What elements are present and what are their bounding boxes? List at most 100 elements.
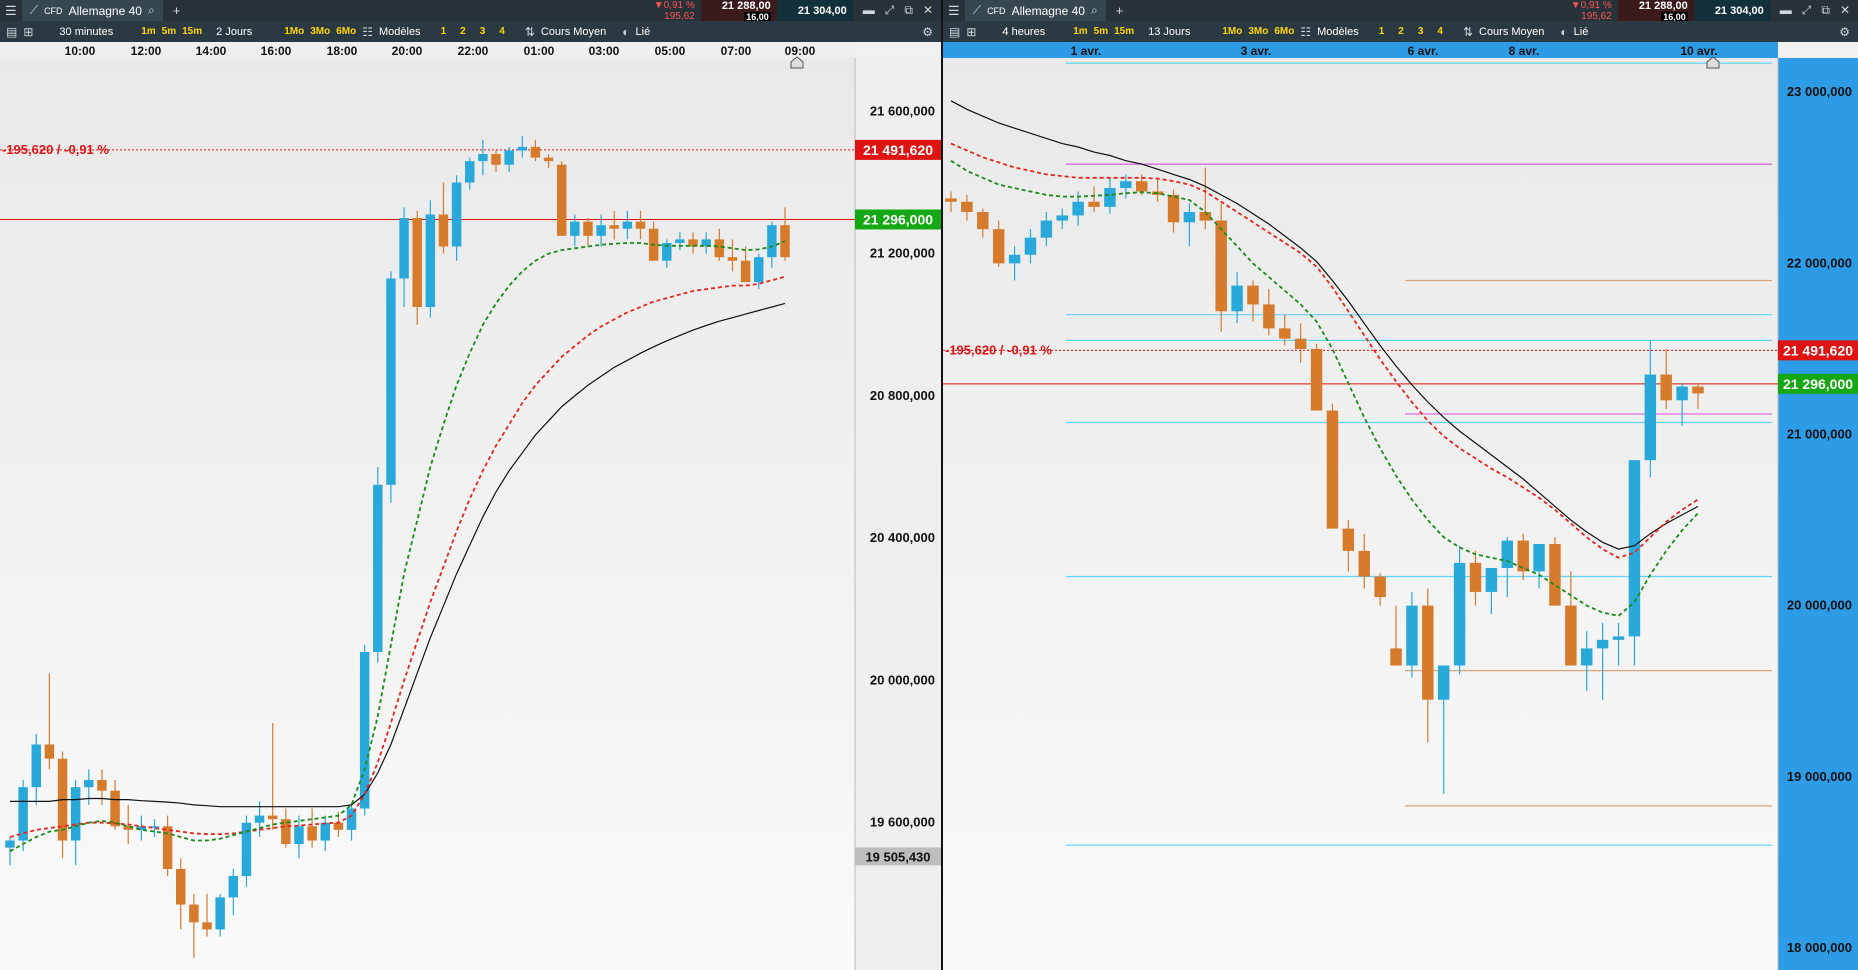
candle-body bbox=[1406, 605, 1418, 666]
y-axis-area bbox=[855, 58, 941, 970]
candle-body bbox=[44, 744, 55, 759]
candle-body bbox=[556, 164, 567, 236]
candle-body bbox=[31, 744, 41, 788]
prev-close-price-label: 21 491,620 bbox=[863, 142, 933, 158]
candle-body bbox=[635, 221, 646, 229]
candle-body bbox=[202, 922, 212, 930]
y-tick-label: 20 000,000 bbox=[1787, 598, 1852, 613]
candle-body bbox=[570, 221, 580, 236]
candle-body bbox=[412, 218, 422, 307]
candle-body bbox=[333, 822, 344, 830]
candle-body bbox=[1692, 386, 1704, 394]
candle-body bbox=[1437, 665, 1450, 700]
y-tick-label: 19 000,000 bbox=[1787, 769, 1852, 784]
candle-body bbox=[1040, 220, 1053, 238]
y-tick-label: 18 000,000 bbox=[1787, 940, 1852, 955]
current-price-label: 21 296,000 bbox=[863, 211, 933, 227]
low-marker-label: 19 505,430 bbox=[865, 849, 930, 864]
y-tick-label: 20 400,000 bbox=[870, 530, 935, 545]
candle-body bbox=[5, 840, 15, 848]
candle-body bbox=[97, 780, 107, 791]
candle-body bbox=[176, 868, 186, 905]
candle-body bbox=[189, 904, 199, 923]
candle-body bbox=[1024, 237, 1037, 255]
candle-body bbox=[530, 146, 541, 158]
plot-area bbox=[943, 58, 1778, 970]
candle-body bbox=[767, 225, 777, 258]
y-tick-label: 22 000,000 bbox=[1787, 255, 1852, 270]
candle-body bbox=[543, 157, 554, 162]
candle-body bbox=[1469, 562, 1482, 592]
candle-body bbox=[1104, 188, 1116, 207]
candle-body bbox=[977, 212, 989, 230]
candle-body bbox=[1644, 374, 1657, 461]
candle-body bbox=[451, 182, 462, 247]
candle-body bbox=[740, 260, 751, 283]
candle-body bbox=[1485, 567, 1498, 592]
candle-body bbox=[1628, 460, 1641, 637]
candle-body bbox=[1676, 386, 1688, 401]
candle-body bbox=[727, 257, 738, 261]
candle-body bbox=[1008, 254, 1021, 264]
candle-body bbox=[1533, 544, 1545, 572]
candle-body bbox=[1056, 215, 1068, 221]
candle-body bbox=[1183, 212, 1196, 223]
candle-body bbox=[1310, 348, 1323, 411]
candle-body bbox=[1120, 181, 1132, 189]
candle-body bbox=[386, 278, 396, 485]
y-tick-label: 19 600,000 bbox=[870, 815, 935, 830]
candle-body bbox=[1263, 304, 1275, 329]
candle-body bbox=[478, 154, 488, 162]
right-chart-canvas[interactable]: 23 000,000 22 000,000 21 000,000 20 000,000… bbox=[943, 0, 1858, 970]
candle-body bbox=[215, 897, 225, 930]
candle-body bbox=[294, 826, 304, 845]
candle-body bbox=[754, 257, 764, 283]
candle-body bbox=[1501, 540, 1513, 568]
candle-body bbox=[320, 822, 330, 841]
candle-body bbox=[1279, 328, 1291, 339]
current-price-label: 21 296,000 bbox=[1783, 376, 1853, 392]
candle-body bbox=[1612, 636, 1625, 640]
candle-body bbox=[438, 214, 449, 247]
candle-body bbox=[992, 229, 1005, 264]
candle-body bbox=[596, 225, 606, 236]
candle-body bbox=[945, 198, 957, 202]
candle-body bbox=[1072, 201, 1084, 216]
y-tick-label: 21 600,000 bbox=[870, 103, 935, 118]
y-tick-label: 21 000,000 bbox=[1787, 426, 1852, 441]
candle-body bbox=[609, 225, 619, 229]
candle-body bbox=[70, 787, 81, 841]
candle-body bbox=[1231, 285, 1243, 312]
candle-body bbox=[1326, 410, 1339, 529]
y-tick-label: 20 000,000 bbox=[870, 672, 935, 687]
candle-body bbox=[1660, 374, 1672, 401]
candle-body bbox=[583, 221, 593, 236]
candle-body bbox=[1358, 550, 1370, 577]
candle-body bbox=[1088, 201, 1100, 207]
candle-body bbox=[504, 150, 514, 165]
y-tick-label: 20 800,000 bbox=[870, 388, 935, 403]
candle-body bbox=[1422, 605, 1434, 700]
candle-body bbox=[1581, 648, 1593, 666]
candle-body bbox=[961, 201, 973, 213]
candle-body bbox=[1167, 194, 1180, 223]
candle-body bbox=[307, 826, 317, 841]
y-tick-label: 23 000,000 bbox=[1787, 84, 1852, 99]
prev-close-price-label: 21 491,620 bbox=[1783, 342, 1853, 358]
candle-body bbox=[714, 239, 725, 258]
candle-body bbox=[1565, 605, 1577, 666]
candle-body bbox=[110, 790, 120, 827]
candle-body bbox=[228, 876, 239, 898]
candle-body bbox=[1294, 338, 1307, 349]
left-chart-canvas[interactable]: 21 600,000 21 200,000 20 800,000 20 400,000… bbox=[0, 0, 941, 970]
candle-body bbox=[622, 221, 633, 229]
candle-body bbox=[1247, 285, 1259, 305]
change-label: -195,620 / -0,91 % bbox=[2, 142, 109, 157]
candle-body bbox=[465, 161, 475, 183]
left-chart-panel: ☰ ⟋ CFD Allemagne 40 ⌕ + ▼0,91 % 195,62 … bbox=[0, 0, 941, 970]
candle-body bbox=[1136, 181, 1148, 192]
right-chart-panel: ☰ ⟋ CFD Allemagne 40 ⌕ + ▼0,91 % 195,62 … bbox=[943, 0, 1858, 970]
change-label: -195,620 / -0,91 % bbox=[945, 342, 1052, 357]
y-tick-label: 21 200,000 bbox=[870, 246, 935, 261]
candle-body bbox=[491, 154, 501, 165]
